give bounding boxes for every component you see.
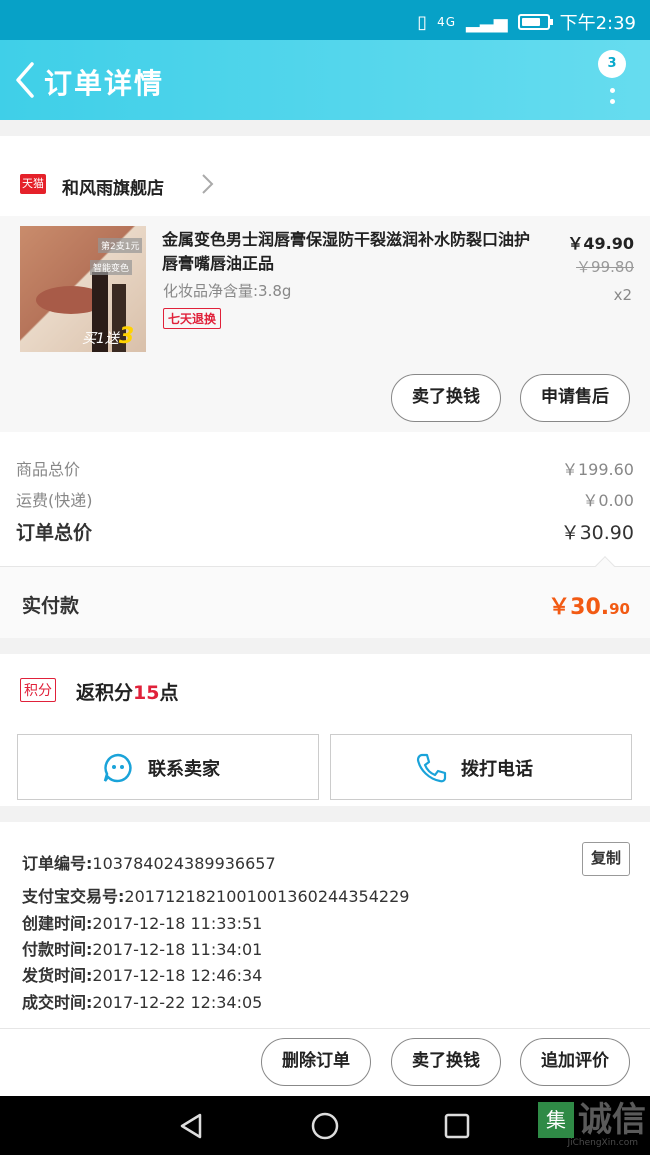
tmall-logo: 天猫 (20, 174, 46, 194)
chat-bubble-icon (103, 753, 132, 783)
paid-label: 实付款 (22, 595, 80, 617)
more-menu-button[interactable]: 3 (598, 50, 628, 110)
shop-row[interactable]: 天猫 和风雨旗舰店 (0, 152, 650, 216)
created-time: 创建时间:2017-12-18 11:33:51 (22, 910, 262, 934)
points-suffix: 点 (159, 682, 179, 704)
battery-icon (517, 14, 553, 30)
points-prefix: 返积分 (76, 682, 134, 704)
nav-recents-icon[interactable] (444, 1113, 470, 1139)
created-time-label: 创建时间: (22, 914, 93, 933)
shipped-time-label: 发货时间: (22, 966, 93, 985)
order-number-label: 订单编号: (22, 854, 93, 873)
chevron-right-icon (202, 174, 214, 194)
paid-value: ￥30.90 (548, 589, 630, 621)
return-policy-badge: 七天退换 (163, 308, 222, 329)
alipay-number-value: 2017121821001001360244354229 (124, 887, 410, 906)
paid-amount-row: 实付款 ￥30.90 (0, 556, 650, 638)
order-total-value: ￥30.90 (560, 522, 634, 544)
paid-value-int: ￥30. (548, 595, 610, 620)
order-total-label: 订单总价 (16, 522, 93, 544)
battery-level (521, 18, 540, 26)
watermark-text: 诚信 (578, 1100, 646, 1140)
status-icons: ▯ 4G ▂▃▅ 下午2:39 (417, 9, 636, 35)
shop-name[interactable]: 和风雨旗舰店 (62, 174, 164, 199)
product-price: ￥49.90 (567, 234, 634, 253)
points-section: 积分 返积分15点 联系卖家 拨打电话 (0, 654, 650, 806)
order-number: 订单编号:103784024389936657 (22, 850, 276, 874)
shipping-value: ￥0.00 (582, 491, 634, 510)
product-image[interactable]: 第2支1元 智能变色 买1送3 (20, 226, 146, 352)
product-original-price: ￥99.80 (576, 258, 634, 276)
goods-total-label: 商品总价 (16, 460, 81, 479)
goods-total-value: ￥199.60 (562, 460, 634, 479)
clock: 下午2:39 (559, 13, 636, 34)
created-time-value: 2017-12-18 11:33:51 (92, 914, 263, 933)
order-info: 复制 订单编号:103784024389936657 支付宝交易号:201712… (0, 822, 650, 1028)
signal-icon: ▂▃▅ (466, 11, 508, 33)
product-title[interactable]: 金属变色男士润唇膏保湿防干裂滋润补水防裂口油护唇膏嘴唇油正品 (162, 228, 532, 276)
page-title: 订单详情 (44, 67, 165, 100)
nav-home-icon[interactable] (310, 1111, 340, 1141)
watermark: 集 诚信 (538, 1102, 646, 1138)
shipped-time-value: 2017-12-18 12:46:34 (92, 966, 263, 985)
add-review-button[interactable]: 追加评价 (520, 1038, 630, 1086)
notification-badge: 3 (598, 50, 626, 78)
sell-for-cash-button[interactable]: 卖了换钱 (391, 374, 501, 422)
status-bar: ▯ 4G ▂▃▅ 下午2:39 (0, 0, 650, 40)
contact-seller-label: 联系卖家 (148, 759, 220, 780)
more-dot-icon (610, 88, 615, 93)
done-time-label: 成交时间: (22, 993, 93, 1012)
product-image-promo: 买1送3 (82, 324, 134, 349)
done-time-value: 2017-12-22 12:34:05 (92, 993, 263, 1012)
promo-number: 3 (118, 324, 135, 349)
product-item[interactable]: 第2支1元 智能变色 买1送3 金属变色男士润唇膏保湿防干裂滋润补水防裂口油护唇… (0, 216, 650, 432)
product-spec: 化妆品净含量:3.8g (163, 282, 292, 300)
paid-time-label: 付款时间: (22, 940, 93, 959)
points-text: 返积分15点 (76, 678, 178, 705)
sell-for-cash-button[interactable]: 卖了换钱 (391, 1038, 501, 1086)
phone-icon (416, 753, 447, 783)
divider (0, 120, 650, 136)
copy-button[interactable]: 复制 (582, 842, 630, 876)
call-seller-button[interactable]: 拨打电话 (330, 734, 632, 800)
done-time: 成交时间:2017-12-22 12:34:05 (22, 989, 262, 1013)
contact-seller-button[interactable]: 联系卖家 (17, 734, 319, 800)
order-number-value: 103784024389936657 (92, 854, 276, 873)
alipay-number: 支付宝交易号:2017121821001001360244354229 (22, 883, 409, 907)
vibrate-icon: ▯ (417, 11, 428, 33)
paid-value-dec: 90 (609, 600, 630, 618)
shipped-time: 发货时间:2017-12-18 12:46:34 (22, 962, 262, 986)
points-tag: 积分 (20, 678, 56, 702)
shipping-label: 运费(快递) (16, 491, 93, 510)
after-sale-button[interactable]: 申请售后 (520, 374, 630, 422)
network-type: 4G (437, 15, 457, 29)
app-header: 订单详情 3 (0, 40, 650, 120)
product-image-tag: 第2支1元 (98, 238, 143, 253)
system-nav-bar: 集 诚信 JiChengXin.com (0, 1096, 650, 1155)
delete-order-button[interactable]: 删除订单 (261, 1038, 371, 1086)
call-label: 拨打电话 (461, 759, 533, 780)
alipay-number-label: 支付宝交易号: (22, 887, 125, 906)
back-arrow-icon[interactable] (12, 60, 42, 100)
nav-back-icon[interactable] (178, 1112, 206, 1140)
price-summary: 商品总价 ￥199.60 运费(快递) ￥0.00 订单总价 ￥30.90 (0, 432, 650, 566)
watermark-logo: 集 (538, 1102, 574, 1138)
promo-text: 买1送 (82, 331, 119, 347)
paid-time: 付款时间:2017-12-18 11:34:01 (22, 936, 262, 960)
product-image-tag: 智能变色 (90, 260, 133, 275)
bottom-action-bar: 删除订单 卖了换钱 追加评价 (0, 1028, 650, 1096)
product-quantity: x2 (613, 286, 632, 304)
paid-time-value: 2017-12-18 11:34:01 (92, 940, 263, 959)
points-number: 15 (133, 682, 160, 704)
more-dot-icon (610, 99, 615, 104)
spacer (0, 136, 650, 152)
watermark-subtext: JiChengXin.com (567, 1138, 638, 1148)
